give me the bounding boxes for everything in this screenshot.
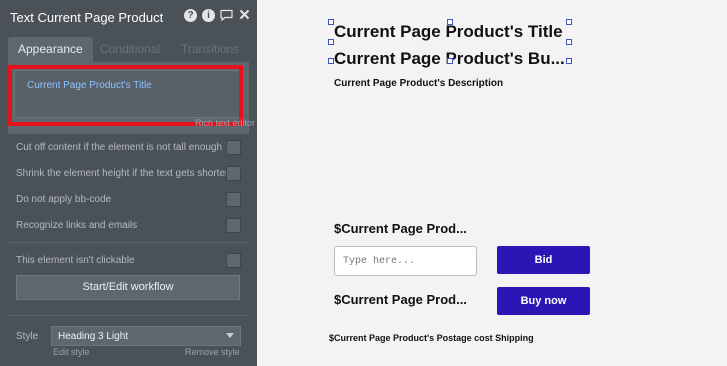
style-label: Style	[16, 331, 39, 342]
option-cut-off-content: Cut off content if the element is not ta…	[16, 140, 241, 156]
option-no-bbcode: Do not apply bb-code	[16, 192, 241, 208]
highlight-annotation	[8, 65, 243, 126]
checkbox[interactable]	[226, 218, 241, 233]
comment-icon[interactable]	[220, 9, 233, 22]
edit-style-link[interactable]: Edit style	[53, 347, 90, 357]
resize-handle[interactable]	[328, 58, 334, 64]
buy-now-price-text[interactable]: $Current Page Prod...	[334, 292, 467, 307]
selection-frame	[328, 19, 572, 64]
panel-tabs: Appearance Conditional Transitions	[8, 37, 249, 62]
option-label: Do not apply bb-code	[16, 194, 112, 205]
current-bid-price-text[interactable]: $Current Page Prod...	[334, 221, 467, 236]
option-label: Cut off content if the element is not ta…	[16, 142, 223, 153]
property-editor-panel: Text Current Page Product ? i Appearance…	[0, 0, 257, 366]
resize-handle[interactable]	[566, 39, 572, 45]
resize-handle[interactable]	[447, 58, 453, 64]
resize-handle[interactable]	[447, 19, 453, 25]
panel-toolbar: ? i	[184, 9, 251, 22]
chevron-down-icon	[226, 333, 234, 338]
divider	[8, 133, 249, 134]
style-dropdown[interactable]: Heading 3 Light	[51, 326, 241, 346]
checkbox[interactable]	[226, 140, 241, 155]
panel-title: Text Current Page Product	[10, 10, 164, 25]
buy-now-button[interactable]: Buy now	[497, 287, 590, 315]
resize-handle[interactable]	[566, 19, 572, 25]
design-canvas: Current Page Product's Title Current Pag…	[257, 0, 727, 366]
style-selected-value: Heading 3 Light	[58, 331, 129, 342]
close-icon[interactable]	[238, 9, 251, 22]
divider	[8, 315, 249, 316]
option-shrink-height: Shrink the element height if the text ge…	[16, 166, 241, 182]
postage-shipping-text[interactable]: $Current Page Product's Postage cost Shi…	[329, 333, 534, 343]
tab-transitions[interactable]: Transitions	[171, 37, 249, 62]
divider	[8, 242, 249, 243]
resize-handle[interactable]	[566, 58, 572, 64]
rich-text-editor-label[interactable]: Rich text editor	[195, 118, 255, 128]
option-label: Recognize links and emails	[16, 220, 138, 231]
tab-conditional[interactable]: Conditional	[90, 37, 170, 62]
remove-style-link[interactable]: Remove style	[185, 347, 240, 357]
resize-handle[interactable]	[328, 39, 334, 45]
checkbox[interactable]	[226, 166, 241, 181]
info-icon[interactable]: i	[202, 9, 215, 22]
bid-amount-input[interactable]	[334, 246, 477, 276]
product-description-text[interactable]: Current Page Product's Description	[334, 78, 503, 89]
start-edit-workflow-button[interactable]: Start/Edit workflow	[16, 275, 240, 300]
canvas-page: Current Page Product's Title Current Pag…	[264, 0, 727, 366]
resize-handle[interactable]	[328, 19, 334, 25]
option-label: This element isn't clickable	[16, 255, 135, 266]
tab-appearance[interactable]: Appearance	[8, 37, 93, 62]
option-label: Shrink the element height if the text ge…	[16, 168, 229, 179]
bid-button[interactable]: Bid	[497, 246, 590, 274]
checkbox[interactable]	[226, 253, 241, 268]
option-not-clickable: This element isn't clickable	[16, 253, 241, 269]
checkbox[interactable]	[226, 192, 241, 207]
help-icon[interactable]: ?	[184, 9, 197, 22]
option-recognize-links: Recognize links and emails	[16, 218, 241, 234]
